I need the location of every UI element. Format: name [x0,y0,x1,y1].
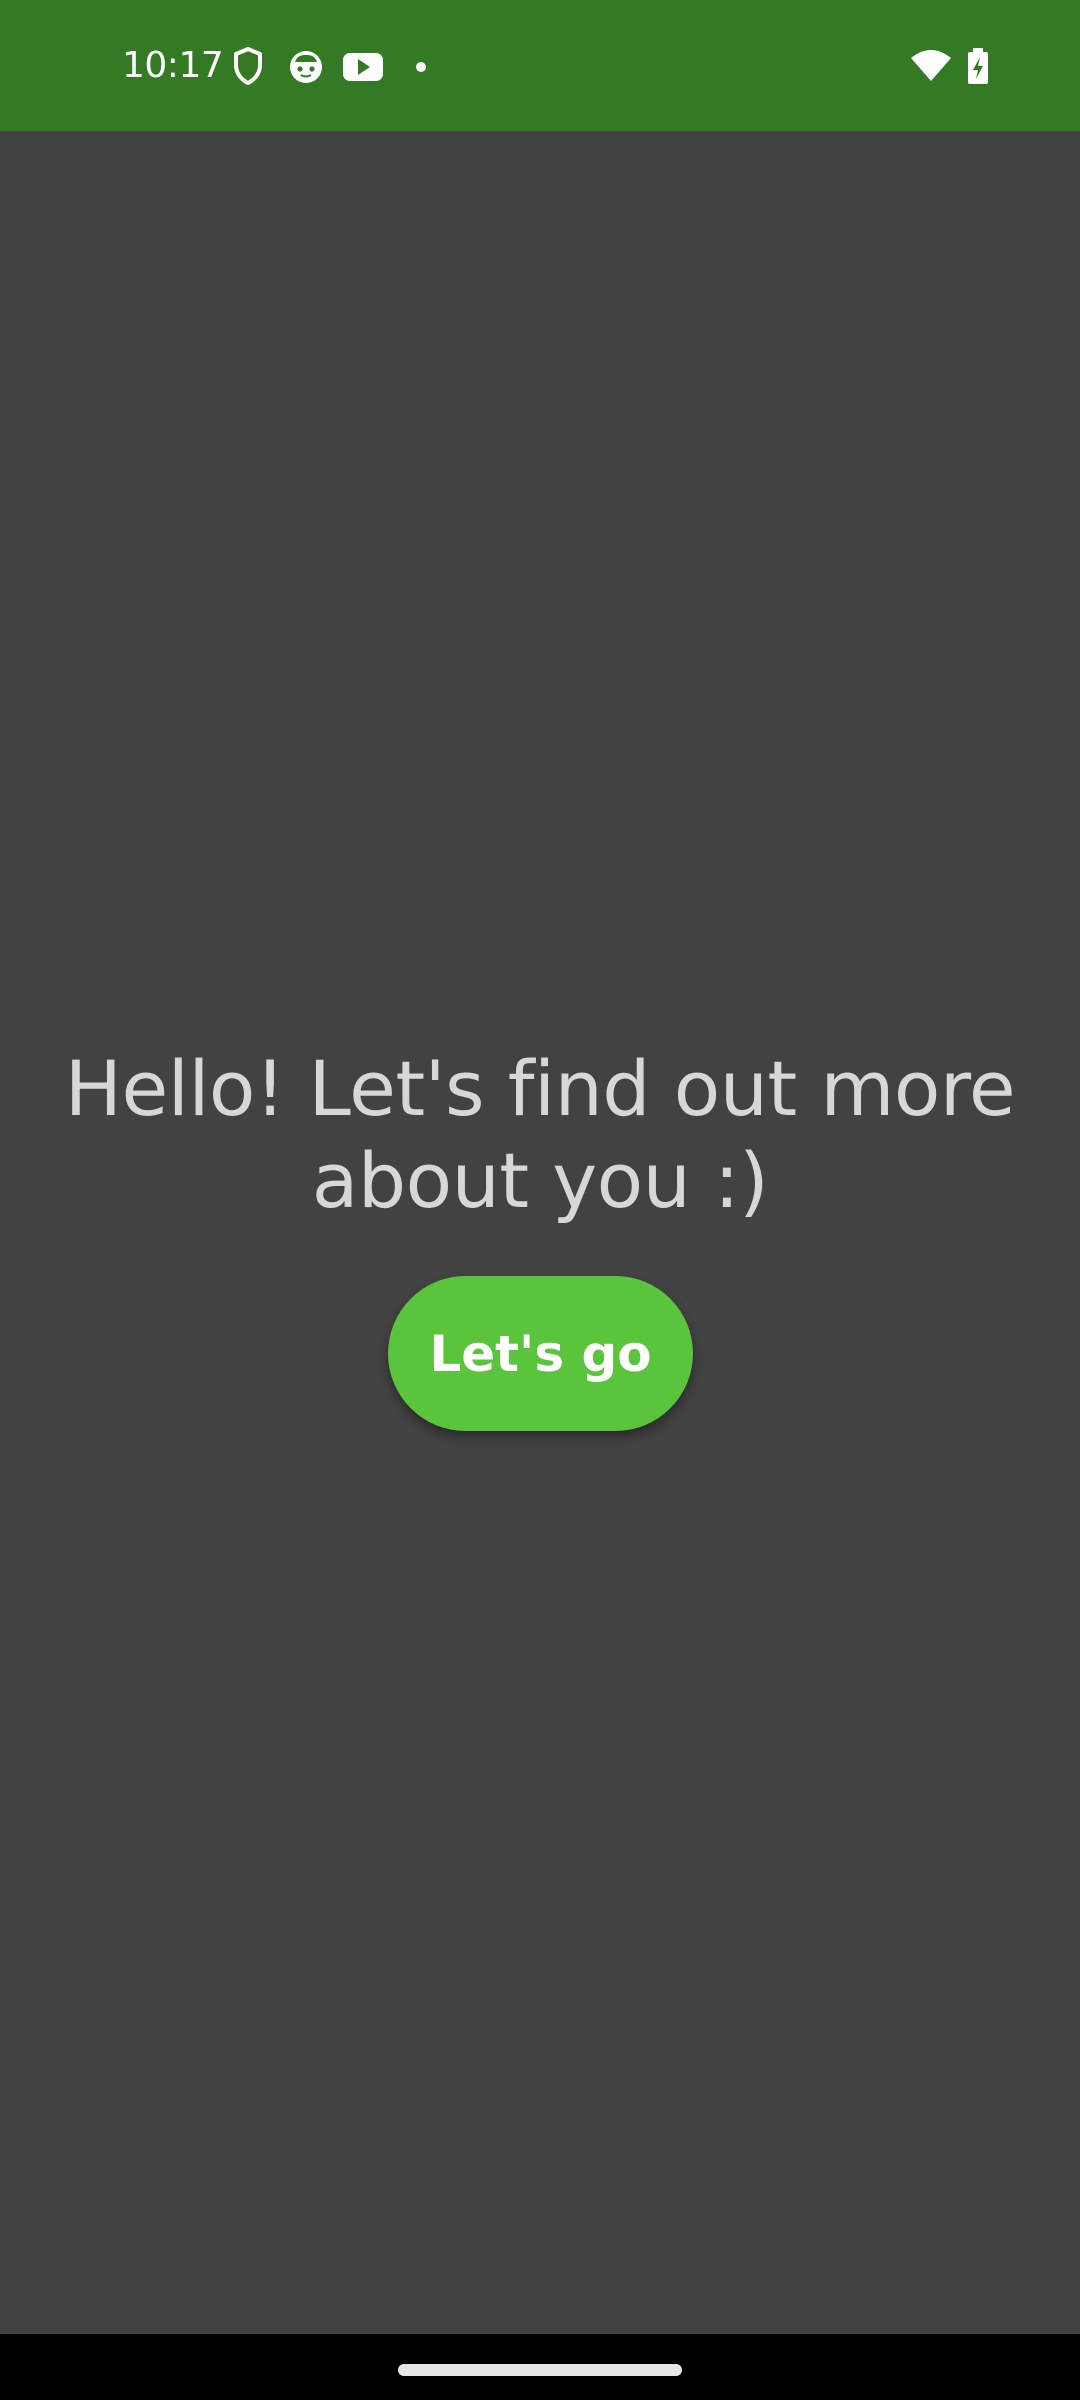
cat-face-icon [290,51,322,83]
wifi-icon [911,50,951,81]
lets-go-button[interactable]: Let's go [388,1276,693,1431]
welcome-headline: Hello! Let's find out more about you :) [64,1044,1016,1225]
main-content: Hello! Let's find out more about you :) … [0,131,1080,2334]
navigation-bar [0,2334,1080,2400]
status-time: 10:17 [122,45,224,86]
notification-dot-icon [416,62,426,72]
shield-icon [234,47,262,85]
status-bar: 10:17 [0,0,1080,131]
app-screen: 10:17 Hello! Let's find out more about y… [0,0,1080,2400]
battery-charging-icon [968,48,988,84]
youtube-icon [343,53,383,81]
home-gesture-handle[interactable] [398,2364,682,2376]
